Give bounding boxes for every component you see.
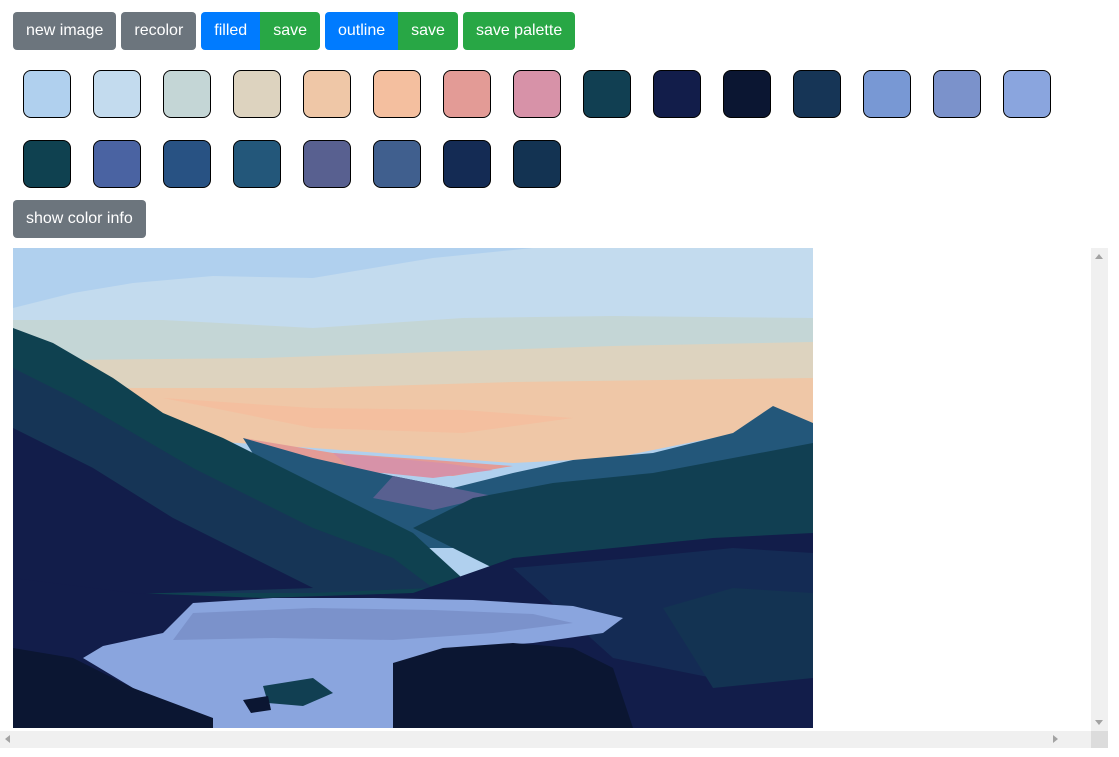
palette-swatch[interactable] [23,70,71,118]
palette-swatch[interactable] [793,70,841,118]
image-viewport [13,248,813,728]
new-image-button[interactable]: new image [13,12,117,50]
outline-save-button[interactable]: save [398,12,458,50]
save-palette-button[interactable]: save palette [462,12,576,50]
palette-swatch[interactable] [303,140,351,188]
palette-swatch[interactable] [443,70,491,118]
outline-group: outline save [324,12,458,50]
palette-swatch[interactable] [233,140,281,188]
palette-swatch[interactable] [373,140,421,188]
filled-group: filled save [201,12,320,50]
filled-button[interactable]: filled [201,12,261,50]
scroll-right-arrow-icon[interactable] [1053,735,1058,743]
palette-swatch[interactable] [93,70,141,118]
horizontal-scrollbar[interactable] [0,731,1091,748]
toolbar: new image recolor filled save outline sa… [13,12,576,50]
palette-swatch[interactable] [23,140,71,188]
scrollbar-corner [1091,731,1108,748]
palette-swatch[interactable] [863,70,911,118]
palette-swatch[interactable] [583,70,631,118]
palette-swatch[interactable] [163,70,211,118]
palette-swatch[interactable] [723,70,771,118]
vertical-scrollbar[interactable] [1091,248,1108,731]
filled-save-button[interactable]: save [260,12,320,50]
palette-swatch[interactable] [933,70,981,118]
palette-swatch[interactable] [513,140,561,188]
show-color-info-button[interactable]: show color info [13,200,146,238]
palette-swatch[interactable] [443,140,491,188]
palette-swatch[interactable] [93,140,141,188]
palette-swatch[interactable] [373,70,421,118]
palette-swatch[interactable] [163,140,211,188]
palette-swatch[interactable] [513,70,561,118]
scroll-down-arrow-icon[interactable] [1095,720,1103,725]
palette-swatch[interactable] [233,70,281,118]
palette-swatch[interactable] [303,70,351,118]
posterized-landscape-image[interactable] [13,248,813,728]
outline-button[interactable]: outline [324,12,399,50]
scroll-up-arrow-icon[interactable] [1095,254,1103,259]
palette-swatch[interactable] [653,70,701,118]
palette-swatch[interactable] [1003,70,1051,118]
scroll-left-arrow-icon[interactable] [5,735,10,743]
recolor-button[interactable]: recolor [121,12,197,50]
